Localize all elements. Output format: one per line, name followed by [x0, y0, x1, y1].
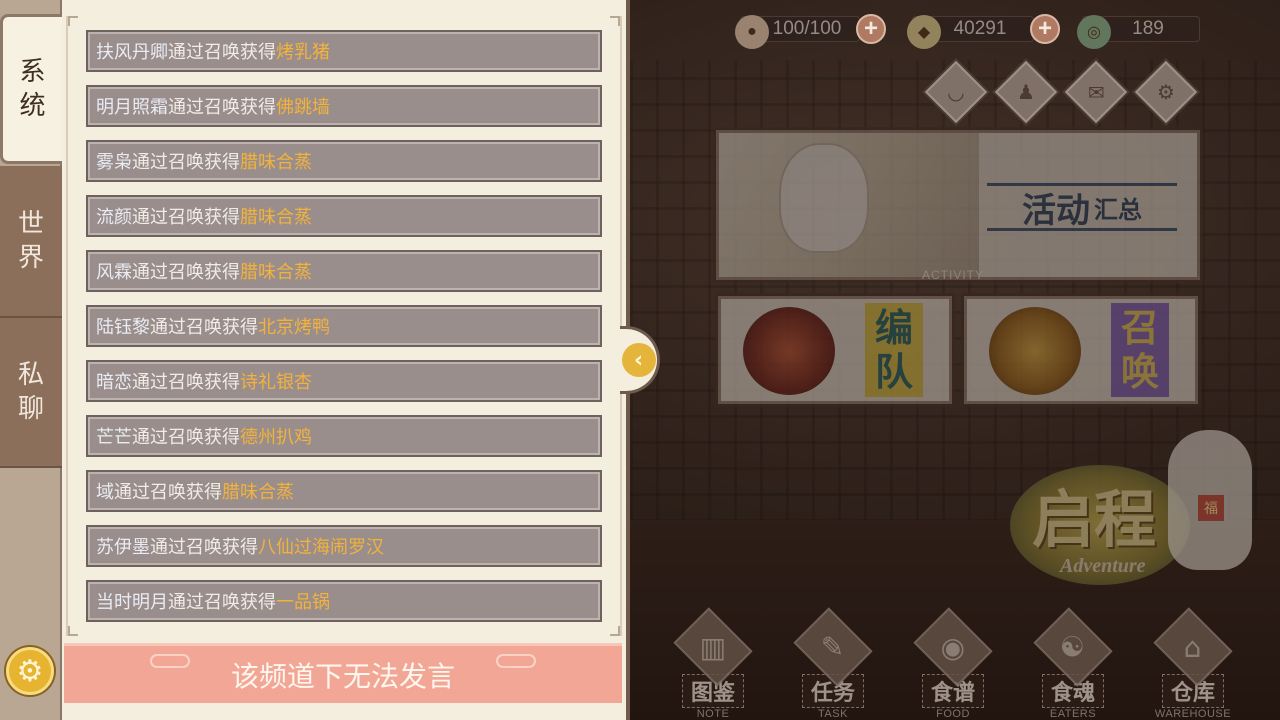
chat-input-disabled-bar: 该频道下无法发言	[64, 643, 622, 703]
message-row[interactable]: 明月照霜 通过召唤获得 佛跳墙	[86, 85, 602, 127]
player-name[interactable]: 暗恋	[96, 368, 132, 394]
player-name[interactable]: 流颜	[96, 203, 132, 229]
player-name[interactable]: 明月照霜	[96, 93, 168, 119]
item-name: 佛跳墙	[276, 97, 330, 118]
item-name: 腊味合蒸	[240, 207, 312, 228]
item-name: 腊味合蒸	[222, 482, 294, 503]
message-row[interactable]: 芒芒 通过召唤获得 德州扒鸡	[86, 415, 602, 457]
message-row[interactable]: 流颜 通过召唤获得 腊味合蒸	[86, 195, 602, 237]
player-name[interactable]: 风霖	[96, 258, 132, 284]
item-name: 腊味合蒸	[240, 262, 312, 283]
chat-panel: 系 统 世 界 私 聊 ⚙ 扶风丹卿 通过召唤获得 烤乳猪 明月照霜 通过召唤获得 佛跳…	[0, 0, 630, 720]
message-row[interactable]: 暗恋 通过召唤获得 诗礼银杏	[86, 360, 602, 402]
player-name[interactable]: 芒芒	[96, 423, 132, 449]
message-row[interactable]: 域通过召唤获得 腊味合蒸	[86, 470, 602, 512]
add-stamina-button[interactable]: +	[856, 14, 886, 44]
player-name[interactable]: 当时明月	[96, 588, 168, 614]
item-name: 诗礼银杏	[240, 372, 312, 393]
player-name[interactable]: 域	[96, 478, 114, 504]
footer-message: 该频道下无法发言	[230, 659, 455, 693]
item-name: 腊味合蒸	[240, 152, 312, 173]
player-name[interactable]: 扶风丹卿	[96, 38, 168, 64]
message-list[interactable]: 扶风丹卿 通过召唤获得 烤乳猪 明月照霜 通过召唤获得 佛跳墙 雾枭 通过召唤获得 腊味合蒸…	[66, 16, 622, 636]
item-name: 一品锅	[276, 592, 330, 613]
item-name: 德州扒鸡	[240, 427, 312, 448]
tab-system[interactable]: 系 统	[0, 14, 62, 164]
player-name[interactable]: 苏伊墨	[96, 533, 150, 559]
cloud-ornament	[150, 654, 190, 668]
frame-corner	[68, 16, 78, 26]
chevron-left-icon: ‹	[621, 343, 656, 377]
item-name: 北京烤鸭	[258, 317, 330, 338]
frame-corner	[68, 626, 78, 636]
frame-corner	[610, 626, 620, 636]
gear-icon: ⚙	[16, 653, 44, 689]
player-name[interactable]: 雾枭	[96, 148, 132, 174]
add-coins-button[interactable]: +	[1030, 14, 1060, 44]
chat-tabs: 系 统 世 界 私 聊	[0, 0, 62, 720]
cloud-ornament	[496, 654, 536, 668]
message-row[interactable]: 雾枭 通过召唤获得 腊味合蒸	[86, 140, 602, 182]
frame-corner	[610, 16, 620, 26]
chat-settings-button[interactable]: ⚙	[6, 647, 54, 695]
message-row[interactable]: 当时明月 通过召唤获得 一品锅	[86, 580, 602, 622]
message-row[interactable]: 陆钰黎 通过召唤获得 北京烤鸭	[86, 305, 602, 347]
message-row[interactable]: 风霖 通过召唤获得 腊味合蒸	[86, 250, 602, 292]
player-name[interactable]: 陆钰黎	[96, 313, 150, 339]
item-name: 八仙过海闹罗汉	[258, 537, 384, 558]
tab-private[interactable]: 私 聊	[0, 318, 62, 468]
item-name: 烤乳猪	[276, 42, 330, 63]
tab-world[interactable]: 世 界	[0, 166, 62, 318]
message-row[interactable]: 扶风丹卿 通过召唤获得 烤乳猪	[86, 30, 602, 72]
message-row[interactable]: 苏伊墨 通过召唤获得 八仙过海闹罗汉	[86, 525, 602, 567]
